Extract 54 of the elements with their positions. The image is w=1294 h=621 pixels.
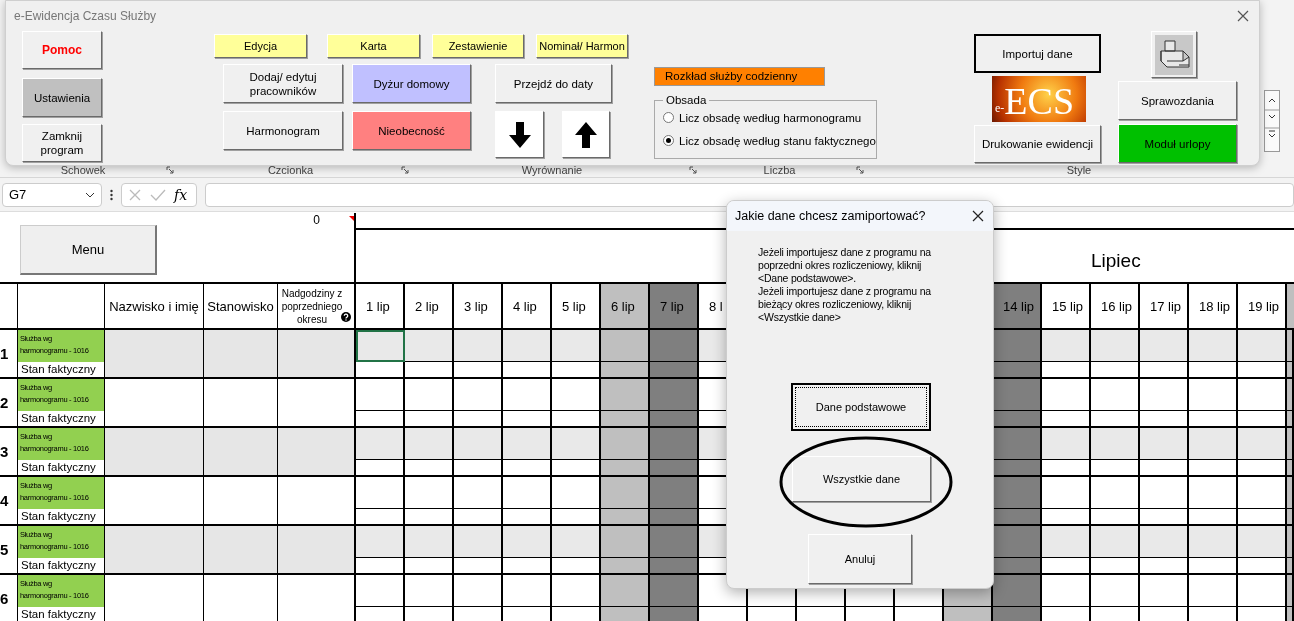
dialog-message: Jeżeli importujesz dane z programu na bieżący okres rozliczeniowy, kliknij <Wszystkie dane> [758,285,932,324]
form-button[interactable]: Moduł urlopy [1118,124,1237,163]
dialog-title: Jakie dane chcesz zamiportować? [735,209,926,223]
dialog-button[interactable]: Dane podstawowe [791,383,931,431]
form-button[interactable]: Ustawienia [22,78,102,117]
month-title: Lipiec [1091,250,1141,271]
day-header: 15 lip [1052,298,1084,314]
day-header: 4 lip [513,298,537,314]
logo-text: ECS [1004,80,1075,122]
day-header: 17 lip [1150,298,1182,314]
frame-legend: Obsada [663,94,710,106]
radio-option[interactable]: Licz obsadę według stanu faktycznego [663,129,876,152]
ribbon-group-label: Schowek [59,164,107,176]
day-header: 19 lip [1248,298,1280,314]
insert-function-button[interactable]: fx [174,186,188,203]
form-button[interactable]: Drukowanie ewidencji [974,125,1101,163]
day-header: 7 lip [660,298,684,314]
ribbon-group-label: Liczba [762,164,797,176]
form-button[interactable]: Przejdź do daty [495,64,612,103]
form-button[interactable]: Harmonogram [223,111,343,150]
form-button[interactable]: Dodaj/ edytuj pracowników [223,64,343,103]
ribbon-group-label: Wyrównanie [520,164,584,176]
form-button[interactable]: Sprawozdania [1118,81,1237,120]
status-banner: Rozkład służby codzienny [654,67,825,86]
ribbon-group-label: Czcionka [266,164,315,176]
name-box[interactable]: G7 [2,182,102,207]
day-header: 6 lip [611,298,635,314]
form-button[interactable]: Nieobecność [352,111,471,150]
day-header: 14 lip [1003,298,1035,314]
form-button[interactable]: Edycja [214,34,307,58]
dialog-button[interactable]: Wszystkie dane [792,456,931,502]
day-header: 5 lip [562,298,586,314]
day-header: 3 lip [464,298,488,314]
form-button[interactable]: Zamknij program [22,124,102,162]
window-title: e-Ewidencja Czasu Służby [14,9,157,23]
form-button[interactable]: Zestawienie [432,34,524,58]
column-header: Nadgodziny z poprzedniego okresu [281,286,343,326]
dialog-message: Jeżeli importujesz dane z programu na poprzedni okres rozliczeniowy, kliknij <Dane podstawowe>. [758,246,932,285]
day-header: 1 lip [366,298,390,314]
form-button[interactable]: Dyżur domowy [352,64,471,103]
day-header: 16 lip [1101,298,1133,314]
cell-value: 0 [313,213,320,227]
form-button[interactable]: Nominał/ Harmon [536,34,628,58]
day-header: 8 l [709,298,723,314]
radio-option[interactable]: Licz obsadę według harmonogramu [663,106,876,129]
logo-prefix: e- [995,101,1005,117]
form-button[interactable]: Importuj dane [974,34,1101,73]
menu-button[interactable]: Menu [20,225,157,275]
day-header: 2 lip [415,298,439,314]
form-button[interactable]: Pomoc [22,31,102,69]
dialog-button[interactable]: Anuluj [808,534,912,584]
ribbon-group-label: Style [1065,164,1093,176]
day-header: 18 lip [1199,298,1231,314]
form-button[interactable]: Karta [327,34,420,58]
